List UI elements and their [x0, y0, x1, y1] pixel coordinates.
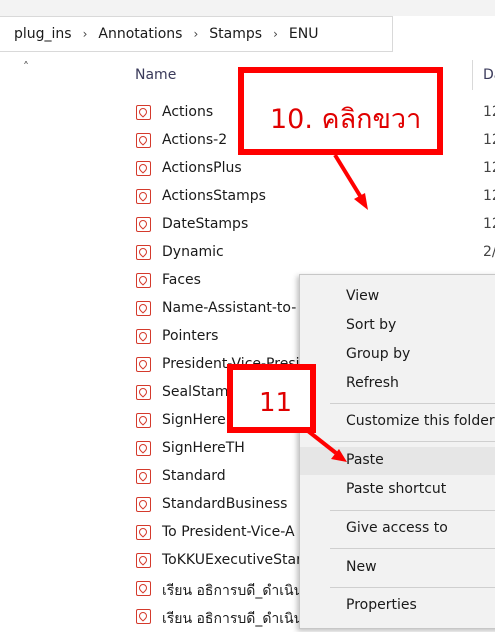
pdf-file-icon	[136, 581, 151, 596]
file-row[interactable]: ActionsPlus 12	[0, 156, 495, 184]
file-name: ActionsPlus	[162, 160, 242, 176]
menu-item-label: Customize this folder	[346, 413, 495, 429]
menu-item-label: Paste	[346, 452, 384, 468]
menu-item-label: Refresh	[346, 375, 399, 391]
file-date: 12	[483, 160, 495, 176]
file-name: เรียน อธิการบดี_ดำเนินก	[162, 583, 312, 599]
file-row[interactable]: Dynamic 2/	[0, 240, 495, 268]
menu-item-refresh[interactable]: Refresh	[300, 370, 495, 398]
menu-separator	[330, 548, 495, 549]
breadcrumb-stamps[interactable]: Stamps	[209, 26, 262, 42]
breadcrumb-enu[interactable]: ENU	[289, 26, 319, 42]
file-date: 2/	[483, 244, 495, 260]
sort-up-icon[interactable]: ˄	[23, 60, 29, 74]
pdf-file-icon	[136, 273, 151, 288]
pdf-file-icon	[136, 189, 151, 204]
step-10-label: 10. คลิกขวา	[270, 104, 422, 135]
pdf-file-icon	[136, 245, 151, 260]
file-name: DateStamps	[162, 216, 249, 232]
menu-item-paste[interactable]: Paste	[300, 447, 495, 475]
pdf-file-icon	[136, 525, 151, 540]
file-name: เรียน อธิการบดี_ดำเนินก	[162, 611, 312, 627]
breadcrumb-plug-ins[interactable]: plug_ins	[14, 26, 72, 42]
file-name: SignHere	[162, 412, 226, 428]
pdf-file-icon	[136, 469, 151, 484]
breadcrumb-annotations[interactable]: Annotations	[98, 26, 182, 42]
column-divider[interactable]	[472, 60, 473, 90]
menu-separator	[330, 510, 495, 511]
menu-item-paste-shortcut[interactable]: Paste shortcut	[300, 476, 495, 504]
file-name: ActionsStamps	[162, 188, 266, 204]
menu-item-label: Properties	[346, 597, 417, 613]
menu-item-customize[interactable]: Customize this folder	[300, 408, 495, 436]
breadcrumb[interactable]: plug_ins › Annotations › Stamps › ENU	[0, 16, 393, 52]
menu-separator	[330, 441, 495, 442]
menu-item-label: New	[346, 559, 377, 575]
pdf-file-icon	[136, 385, 151, 400]
step-10-callout: 10. คลิกขวา	[238, 67, 443, 155]
file-row[interactable]: DateStamps 12	[0, 212, 495, 240]
file-date: 12	[483, 216, 495, 232]
menu-item-give-access[interactable]: Give access to	[300, 515, 495, 543]
menu-item-label: Sort by	[346, 317, 397, 333]
menu-item-sort-by[interactable]: Sort by	[300, 312, 495, 340]
menu-item-label: Give access to	[346, 520, 448, 536]
pdf-file-icon	[136, 301, 151, 316]
pdf-file-icon	[136, 357, 151, 372]
file-date: 12	[483, 132, 495, 148]
menu-item-new[interactable]: New	[300, 554, 495, 582]
menu-item-view[interactable]: View	[300, 283, 495, 311]
pdf-file-icon	[136, 133, 151, 148]
column-header-name[interactable]: Name	[135, 67, 176, 83]
pdf-file-icon	[136, 413, 151, 428]
chevron-right-icon: ›	[82, 27, 88, 41]
file-name: StandardBusiness	[162, 496, 288, 512]
menu-item-label: View	[346, 288, 380, 304]
menu-separator	[330, 403, 495, 404]
file-name: Actions-2	[162, 132, 228, 148]
chevron-right-icon: ›	[193, 27, 199, 41]
file-date: 12	[483, 104, 495, 120]
file-name: Actions	[162, 104, 214, 120]
context-menu: View Sort by Group by Refresh Customize …	[299, 274, 495, 629]
menu-separator	[330, 587, 495, 588]
pdf-file-icon	[136, 161, 151, 176]
pdf-file-icon	[136, 497, 151, 512]
file-name: Faces	[162, 272, 201, 288]
file-name: To President-Vice-A	[162, 524, 295, 540]
file-name: ToKKUExecutiveStar	[162, 552, 302, 568]
pdf-file-icon	[136, 553, 151, 568]
title-bar-strip	[0, 0, 495, 16]
step-11-callout: 11	[227, 364, 316, 433]
file-name: SignHereTH	[162, 440, 245, 456]
menu-item-label: Paste shortcut	[346, 481, 447, 497]
pdf-file-icon	[136, 609, 151, 624]
file-name: Dynamic	[162, 244, 224, 260]
menu-item-group-by[interactable]: Group by	[300, 341, 495, 369]
pdf-file-icon	[136, 441, 151, 456]
file-date: 12	[483, 188, 495, 204]
menu-item-properties[interactable]: Properties	[300, 592, 495, 620]
pdf-file-icon	[136, 329, 151, 344]
file-name: Name-Assistant-to-	[162, 300, 297, 316]
chevron-right-icon: ›	[273, 27, 278, 41]
pdf-file-icon	[136, 105, 151, 120]
pdf-file-icon	[136, 217, 151, 232]
file-name: Standard	[162, 468, 226, 484]
menu-item-label: Group by	[346, 346, 411, 362]
step-11-label: 11	[259, 388, 293, 418]
file-row[interactable]: ActionsStamps 12	[0, 184, 495, 212]
column-header-date[interactable]: Da	[483, 67, 495, 83]
file-name: Pointers	[162, 328, 219, 344]
